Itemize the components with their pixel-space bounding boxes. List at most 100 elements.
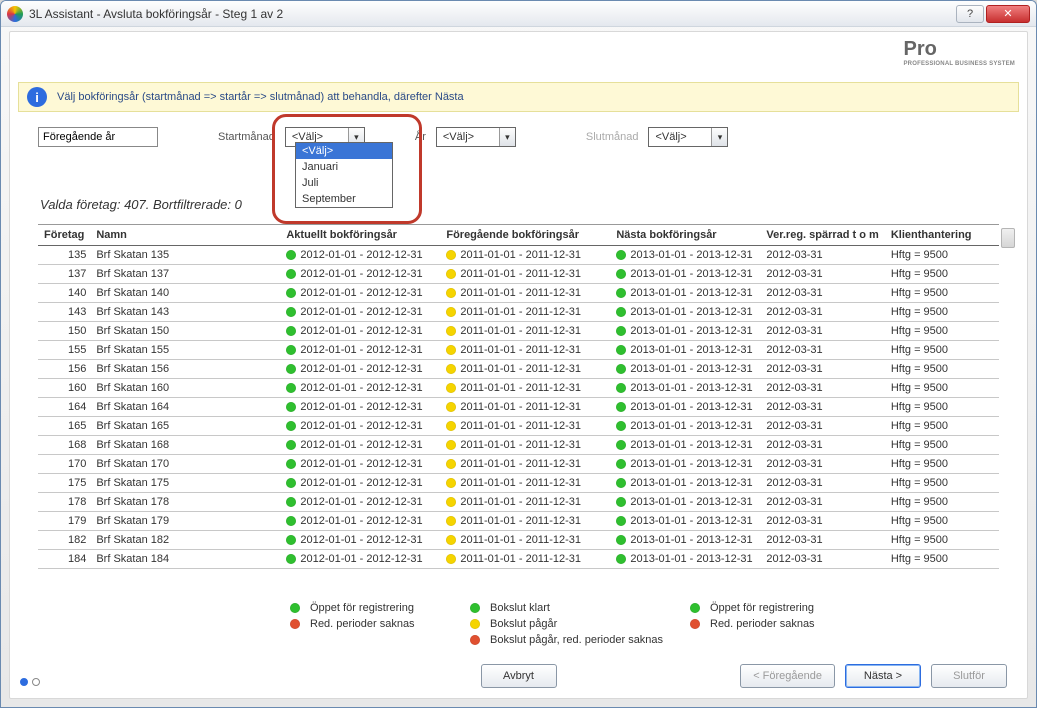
chevron-down-icon[interactable] bbox=[499, 128, 515, 146]
cell-next: 2013-01-01 - 2013-12-31 bbox=[610, 474, 760, 493]
previous-year-input[interactable] bbox=[38, 127, 158, 147]
cell-prev: 2011-01-01 - 2011-12-31 bbox=[440, 322, 610, 341]
table-row[interactable]: 140Brf Skatan 1402012-01-01 - 2012-12-31… bbox=[38, 284, 999, 303]
table-row[interactable]: 160Brf Skatan 1602012-01-01 - 2012-12-31… bbox=[38, 379, 999, 398]
status-dot-green-icon bbox=[286, 478, 296, 488]
status-dot-green-icon bbox=[616, 554, 626, 564]
legend-item: Red. perioder saknas bbox=[290, 618, 470, 630]
status-dot-green-icon bbox=[286, 345, 296, 355]
table-row[interactable]: 182Brf Skatan 1822012-01-01 - 2012-12-31… bbox=[38, 531, 999, 550]
dropdown-option[interactable]: Januari bbox=[296, 159, 392, 175]
cell-klient: Hftg = 9500 bbox=[885, 398, 999, 417]
table-row[interactable]: 175Brf Skatan 1752012-01-01 - 2012-12-31… bbox=[38, 474, 999, 493]
cell-prev: 2011-01-01 - 2011-12-31 bbox=[440, 493, 610, 512]
status-dot-green-icon bbox=[616, 516, 626, 526]
col-aktuellt[interactable]: Aktuellt bokföringsår bbox=[280, 225, 440, 246]
status-dot-green-icon bbox=[616, 326, 626, 336]
cell-prev: 2011-01-01 - 2011-12-31 bbox=[440, 512, 610, 531]
cell-id: 156 bbox=[38, 360, 90, 379]
status-dot-yellow-icon bbox=[470, 619, 480, 629]
dropdown-option[interactable]: <Välj> bbox=[296, 143, 392, 159]
status-dot-red-icon bbox=[470, 635, 480, 645]
status-dot-green-icon bbox=[616, 307, 626, 317]
cancel-button[interactable]: Avbryt bbox=[481, 664, 557, 688]
wizard-buttons: < Föregående Nästa > Slutför bbox=[740, 664, 1007, 688]
cell-id: 165 bbox=[38, 417, 90, 436]
table-row[interactable]: 168Brf Skatan 1682012-01-01 - 2012-12-31… bbox=[38, 436, 999, 455]
cell-current: 2012-01-01 - 2012-12-31 bbox=[280, 531, 440, 550]
col-foretag[interactable]: Företag bbox=[38, 225, 90, 246]
cell-next: 2013-01-01 - 2013-12-31 bbox=[610, 265, 760, 284]
chevron-down-icon[interactable] bbox=[711, 128, 727, 146]
cell-name: Brf Skatan 150 bbox=[90, 322, 280, 341]
cell-locked: 2012-03-31 bbox=[760, 398, 885, 417]
cell-klient: Hftg = 9500 bbox=[885, 360, 999, 379]
help-button[interactable]: ? bbox=[956, 5, 984, 23]
table-row[interactable]: 165Brf Skatan 1652012-01-01 - 2012-12-31… bbox=[38, 417, 999, 436]
status-dot-green-icon bbox=[286, 421, 296, 431]
summary-text: Valda företag: 407. Bortfiltrerade: 0 bbox=[40, 197, 242, 212]
cell-name: Brf Skatan 135 bbox=[90, 246, 280, 265]
col-nasta[interactable]: Nästa bokföringsår bbox=[610, 225, 760, 246]
content-area: Pro PROFESSIONAL BUSINESS SYSTEM i Välj … bbox=[9, 31, 1028, 699]
dropdown-option[interactable]: September bbox=[296, 191, 392, 207]
col-namn[interactable]: Namn bbox=[90, 225, 280, 246]
table-row[interactable]: 179Brf Skatan 1792012-01-01 - 2012-12-31… bbox=[38, 512, 999, 531]
year-select[interactable]: <Välj> bbox=[436, 127, 516, 147]
status-dot-green-icon bbox=[286, 535, 296, 545]
cell-current: 2012-01-01 - 2012-12-31 bbox=[280, 436, 440, 455]
status-dot-green-icon bbox=[470, 603, 480, 613]
table-row[interactable]: 164Brf Skatan 1642012-01-01 - 2012-12-31… bbox=[38, 398, 999, 417]
cell-name: Brf Skatan 140 bbox=[90, 284, 280, 303]
start-month-dropdown[interactable]: <Välj> Januari Juli September bbox=[295, 142, 393, 208]
col-foregaende[interactable]: Föregående bokföringsår bbox=[440, 225, 610, 246]
cell-locked: 2012-03-31 bbox=[760, 360, 885, 379]
close-button[interactable]: ✕ bbox=[986, 5, 1030, 23]
table-row[interactable]: 184Brf Skatan 1842012-01-01 - 2012-12-31… bbox=[38, 550, 999, 569]
col-klient[interactable]: Klienthantering bbox=[885, 225, 999, 246]
cell-klient: Hftg = 9500 bbox=[885, 265, 999, 284]
cell-current: 2012-01-01 - 2012-12-31 bbox=[280, 455, 440, 474]
previous-button[interactable]: < Föregående bbox=[740, 664, 835, 688]
cell-name: Brf Skatan 160 bbox=[90, 379, 280, 398]
table-row[interactable]: 155Brf Skatan 1552012-01-01 - 2012-12-31… bbox=[38, 341, 999, 360]
cell-prev: 2011-01-01 - 2011-12-31 bbox=[440, 398, 610, 417]
status-dot-green-icon bbox=[286, 364, 296, 374]
table-row[interactable]: 135Brf Skatan 1352012-01-01 - 2012-12-31… bbox=[38, 246, 999, 265]
cell-current: 2012-01-01 - 2012-12-31 bbox=[280, 303, 440, 322]
scrollbar-thumb[interactable] bbox=[1001, 228, 1015, 248]
table-row[interactable]: 137Brf Skatan 1372012-01-01 - 2012-12-31… bbox=[38, 265, 999, 284]
col-verreg[interactable]: Ver.reg. spärrad t o m bbox=[760, 225, 885, 246]
cell-locked: 2012-03-31 bbox=[760, 455, 885, 474]
cell-klient: Hftg = 9500 bbox=[885, 284, 999, 303]
dropdown-option[interactable]: Juli bbox=[296, 175, 392, 191]
table-row[interactable]: 156Brf Skatan 1562012-01-01 - 2012-12-31… bbox=[38, 360, 999, 379]
cell-id: 155 bbox=[38, 341, 90, 360]
cell-locked: 2012-03-31 bbox=[760, 284, 885, 303]
cell-prev: 2011-01-01 - 2011-12-31 bbox=[440, 417, 610, 436]
table-row[interactable]: 170Brf Skatan 1702012-01-01 - 2012-12-31… bbox=[38, 455, 999, 474]
next-button[interactable]: Nästa > bbox=[845, 664, 921, 688]
end-month-select[interactable]: <Välj> bbox=[648, 127, 728, 147]
table-row[interactable]: 143Brf Skatan 1432012-01-01 - 2012-12-31… bbox=[38, 303, 999, 322]
table-row[interactable]: 150Brf Skatan 1502012-01-01 - 2012-12-31… bbox=[38, 322, 999, 341]
logo-text: Pro bbox=[903, 38, 936, 60]
info-text: Välj bokföringsår (startmånad => startår… bbox=[57, 91, 464, 103]
table-row[interactable]: 178Brf Skatan 1782012-01-01 - 2012-12-31… bbox=[38, 493, 999, 512]
legend-item: Öppet för registrering bbox=[290, 602, 470, 614]
status-dot-green-icon bbox=[286, 497, 296, 507]
window-title: 3L Assistant - Avsluta bokföringsår - St… bbox=[29, 7, 956, 21]
titlebar[interactable]: 3L Assistant - Avsluta bokföringsår - St… bbox=[1, 1, 1036, 27]
window-controls: ? ✕ bbox=[956, 5, 1030, 23]
legend-item bbox=[290, 634, 470, 646]
finish-button[interactable]: Slutför bbox=[931, 664, 1007, 688]
cell-prev: 2011-01-01 - 2011-12-31 bbox=[440, 531, 610, 550]
status-dot-green-icon bbox=[616, 345, 626, 355]
cell-name: Brf Skatan 156 bbox=[90, 360, 280, 379]
cell-locked: 2012-03-31 bbox=[760, 379, 885, 398]
cell-name: Brf Skatan 168 bbox=[90, 436, 280, 455]
status-dot-green-icon bbox=[286, 440, 296, 450]
cell-prev: 2011-01-01 - 2011-12-31 bbox=[440, 550, 610, 569]
cell-prev: 2011-01-01 - 2011-12-31 bbox=[440, 284, 610, 303]
vertical-scrollbar[interactable] bbox=[1001, 228, 1015, 598]
